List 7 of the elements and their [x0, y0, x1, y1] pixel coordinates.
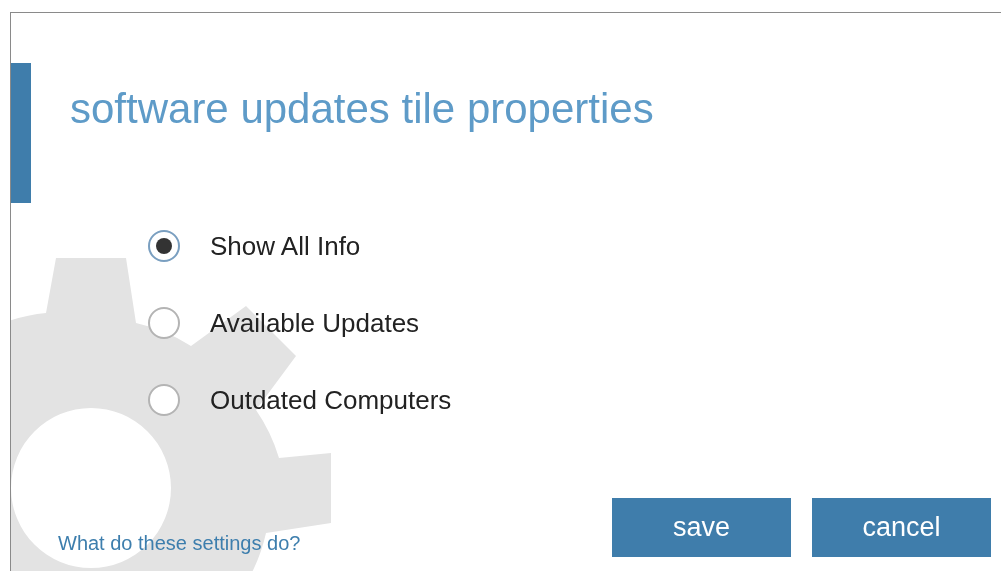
dialog-button[interactable]: cancel	[812, 498, 991, 557]
radio-option[interactable]: Available Updates	[148, 305, 420, 341]
radio-option[interactable]: Show All Info	[148, 228, 361, 264]
dialog-button[interactable]: save	[612, 498, 791, 557]
radio-option[interactable]: Outdated Computers	[148, 382, 452, 418]
dialog-title: software updates tile properties	[70, 85, 654, 133]
help-link[interactable]: What do these settings do?	[58, 532, 301, 555]
